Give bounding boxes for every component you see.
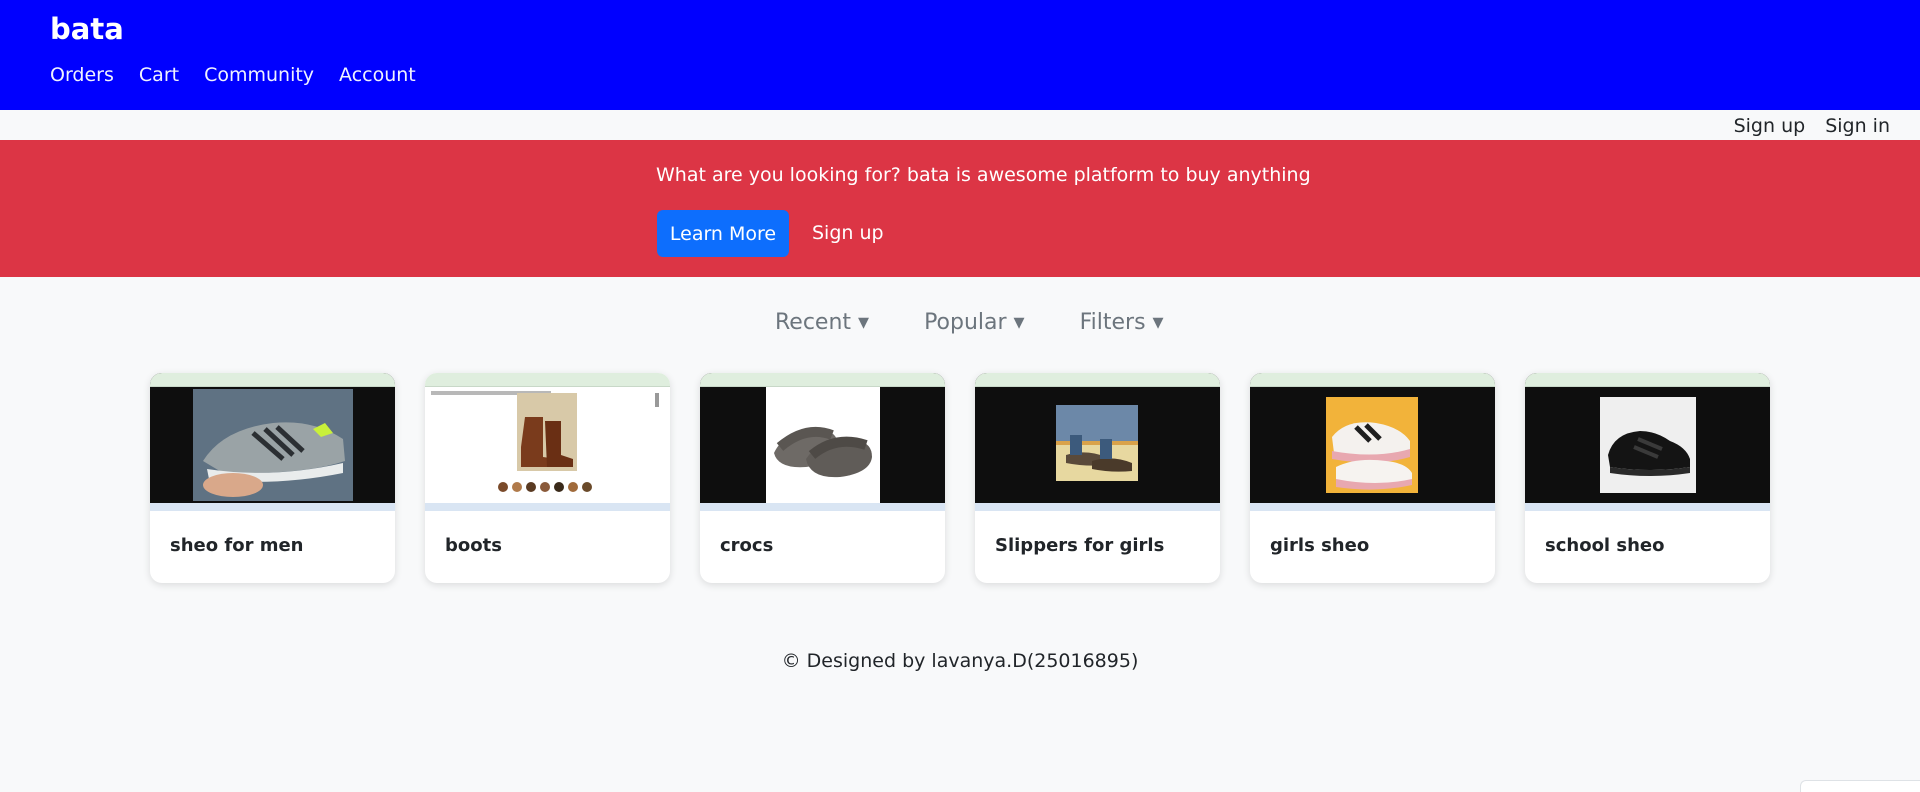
black-school-shoe-icon: [1600, 397, 1696, 493]
product-title: school sheo: [1545, 535, 1665, 556]
product-card[interactable]: boots: [425, 373, 670, 583]
sandal-icon: [1056, 405, 1138, 481]
auth-links: Sign up Sign in: [1734, 115, 1890, 137]
product-title: girls sheo: [1270, 535, 1370, 556]
product-title: crocs: [720, 535, 774, 556]
sort-bar: Recent ▾ Popular ▾ Filters ▾: [775, 310, 1164, 335]
main-nav: Orders Cart Community Account: [50, 64, 416, 86]
hero-banner: What are you looking for? bata is awesom…: [0, 140, 1920, 277]
filters-dropdown[interactable]: Filters ▾: [1080, 310, 1164, 335]
product-title: sheo for men: [170, 535, 304, 556]
product-card[interactable]: girls sheo: [1250, 373, 1495, 583]
product-title: Slippers for girls: [995, 535, 1165, 556]
hero-text: What are you looking for? bata is awesom…: [656, 164, 1311, 186]
product-card[interactable]: school sheo: [1525, 373, 1770, 583]
product-image: [150, 373, 395, 511]
brand-logo[interactable]: bata: [50, 12, 124, 46]
nav-community[interactable]: Community: [204, 64, 314, 86]
product-image: [1250, 373, 1495, 511]
nav-account[interactable]: Account: [339, 64, 416, 86]
signin-link[interactable]: Sign in: [1825, 115, 1890, 137]
product-card[interactable]: sheo for men: [150, 373, 395, 583]
product-title: boots: [445, 535, 502, 556]
footer-credit: © Designed by lavanya.D(25016895): [781, 650, 1139, 672]
corner-widget: [1800, 780, 1920, 792]
hero-signup-button[interactable]: Sign up: [800, 210, 896, 257]
brown-boot-icon: [431, 391, 659, 492]
grey-sneaker-icon: [193, 389, 353, 501]
signup-link[interactable]: Sign up: [1734, 115, 1806, 137]
nav-cart[interactable]: Cart: [139, 64, 179, 86]
product-image: [975, 373, 1220, 511]
grey-slide-icon: [766, 387, 880, 503]
white-sneaker-icon: [1326, 397, 1418, 493]
product-grid: sheo for men boots crocs Slippers for gi…: [150, 373, 1770, 583]
product-card[interactable]: Slippers for girls: [975, 373, 1220, 583]
product-image: [700, 373, 945, 511]
sort-recent-dropdown[interactable]: Recent ▾: [775, 310, 869, 335]
sort-popular-dropdown[interactable]: Popular ▾: [924, 310, 1025, 335]
learn-more-button[interactable]: Learn More: [657, 210, 789, 257]
product-image: [425, 373, 670, 511]
product-card[interactable]: crocs: [700, 373, 945, 583]
top-navbar: bata Orders Cart Community Account: [0, 0, 1920, 110]
product-image: [1525, 373, 1770, 511]
nav-orders[interactable]: Orders: [50, 64, 114, 86]
